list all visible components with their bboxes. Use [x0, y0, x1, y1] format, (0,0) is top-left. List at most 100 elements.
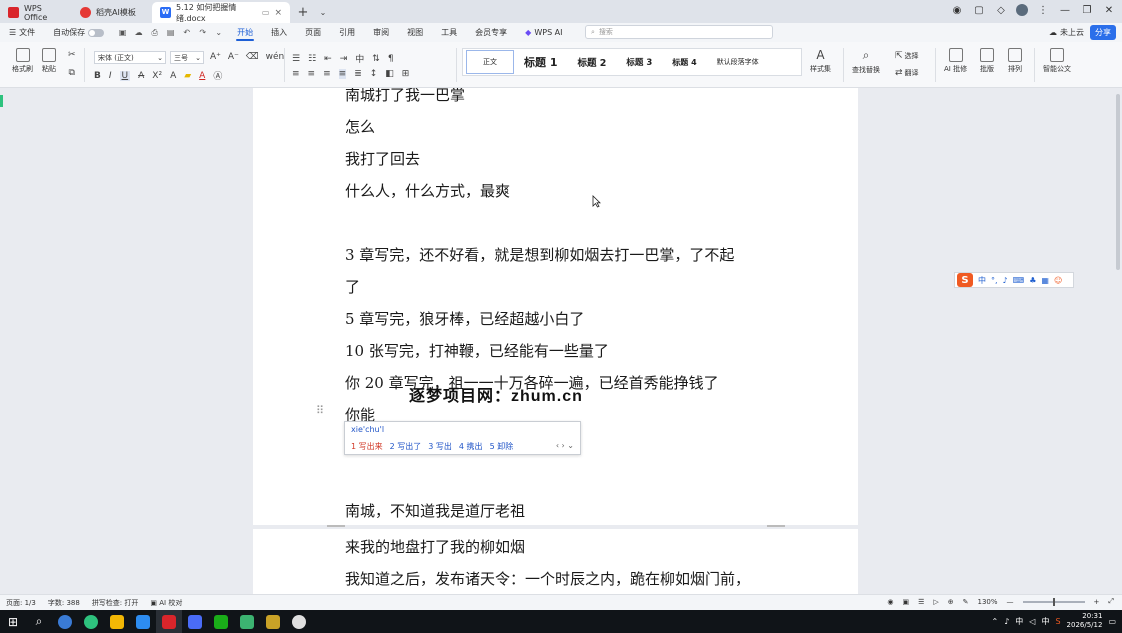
- write-mode-icon[interactable]: ✎: [963, 598, 969, 606]
- drag-handle-icon[interactable]: ⠿: [316, 404, 324, 417]
- menu-tab-view[interactable]: 视图: [398, 23, 432, 42]
- text-line[interactable]: 3 章写完，还不好看，就是想到柳如烟去打一巴掌，了不起: [345, 244, 734, 265]
- borders-icon[interactable]: ⊞: [402, 69, 410, 79]
- show-marks-icon[interactable]: ¶: [388, 54, 394, 64]
- ime-candidate[interactable]: 3 写出: [428, 441, 452, 452]
- undo-icon[interactable]: ↶: [181, 27, 192, 38]
- ai-revise-button[interactable]: AI 批修: [944, 48, 967, 74]
- font-color-icon[interactable]: A: [199, 71, 205, 81]
- reading-mode-icon[interactable]: ▷: [933, 598, 938, 606]
- style-heading-3[interactable]: 标题 3: [616, 50, 662, 74]
- window-icon[interactable]: ▭: [262, 8, 270, 17]
- taskbar-app[interactable]: [104, 610, 130, 633]
- menu-tab-references[interactable]: 引用: [330, 23, 364, 42]
- zoom-in-icon[interactable]: +: [1094, 598, 1100, 606]
- taskbar-app[interactable]: [208, 610, 234, 633]
- pinyin-guide-icon[interactable]: wén: [266, 52, 285, 62]
- file-menu[interactable]: ☰ 文件: [0, 23, 44, 42]
- italic-icon[interactable]: I: [109, 71, 112, 81]
- tray-expand-icon[interactable]: ⌃: [991, 617, 998, 626]
- paste-button[interactable]: 粘贴: [42, 48, 56, 74]
- skin-icon[interactable]: ◇: [994, 3, 1008, 17]
- menu-tab-member[interactable]: 会员专享: [466, 23, 516, 42]
- char-border-icon[interactable]: Ⓐ: [213, 69, 222, 82]
- clock[interactable]: 20:31 2026/5/12: [1067, 612, 1103, 630]
- tab-wps-office[interactable]: WPS Office: [0, 2, 72, 23]
- punctuation-icon[interactable]: °,: [991, 276, 998, 285]
- tab-document[interactable]: W 5.12 如何把握情绪.docx ▭ ×: [152, 2, 290, 23]
- tab-list-chevron-icon[interactable]: ⌄: [316, 2, 330, 23]
- new-tab-button[interactable]: +: [290, 2, 316, 23]
- text-line[interactable]: 来我的地盘打了我的柳如烟: [345, 536, 525, 557]
- ai-proofread-button[interactable]: ▣ AI 校对: [144, 598, 188, 608]
- taskbar-app[interactable]: [78, 610, 104, 633]
- taskbar-app[interactable]: [234, 610, 260, 633]
- line-spacing-icon[interactable]: ↕: [370, 69, 378, 79]
- cloud-icon[interactable]: ☁: [133, 27, 144, 38]
- taskbar-app[interactable]: [260, 610, 286, 633]
- text-line[interactable]: 我知道之后，发布诸天令：一个时辰之内，跪在柳如烟门前，: [345, 568, 750, 589]
- layout-icon[interactable]: ▢: [972, 3, 986, 17]
- smart-doc-button[interactable]: 智能公文: [1043, 48, 1071, 74]
- keyboard-icon[interactable]: ⌨: [1013, 276, 1025, 285]
- numbered-list-icon[interactable]: ☷: [308, 54, 316, 64]
- ime-candidate[interactable]: 1 写出来: [351, 441, 383, 452]
- web-view-icon[interactable]: ⊕: [948, 598, 954, 606]
- text-line[interactable]: 什么人，什么方式，最爽: [345, 180, 510, 201]
- save-icon[interactable]: ▣: [117, 27, 128, 38]
- text-line[interactable]: 5 章写完，狼牙棒，已经超越小白了: [345, 308, 584, 329]
- page-view-icon[interactable]: ▣: [902, 598, 909, 606]
- menu-tab-page[interactable]: 页面: [296, 23, 330, 42]
- taskbar-app[interactable]: [52, 610, 78, 633]
- bullet-list-icon[interactable]: ☰: [292, 54, 300, 64]
- shading-icon[interactable]: ◧: [385, 69, 394, 79]
- print-icon[interactable]: ⎙: [149, 27, 160, 38]
- text-line[interactable]: 我打了回去: [345, 148, 420, 169]
- find-replace-button[interactable]: ⌕ 查找替换: [852, 48, 880, 75]
- zoom-level[interactable]: 130%: [978, 598, 998, 606]
- translate-button[interactable]: ⇄ 翻译: [895, 68, 919, 78]
- menu-more-icon[interactable]: ⋮: [1036, 3, 1050, 17]
- style-normal[interactable]: 正文: [466, 50, 514, 74]
- style-set-button[interactable]: A 样式集: [810, 48, 831, 74]
- text-line[interactable]: 南城，不知道我是道厅老祖: [345, 500, 525, 521]
- redo-icon[interactable]: ↷: [197, 27, 208, 38]
- tab-docer-ai[interactable]: 稻壳AI模板: [72, 2, 152, 23]
- taskbar-search[interactable]: ⌕: [26, 610, 52, 633]
- chinese-layout-icon[interactable]: 中: [355, 52, 364, 65]
- outline-view-icon[interactable]: ☰: [918, 598, 924, 606]
- style-default-font[interactable]: 默认段落字体: [707, 50, 769, 74]
- cut-icon[interactable]: ✂: [68, 50, 76, 60]
- document-page-1[interactable]: 南城打了我一巴掌 怎么 我打了回去 什么人，什么方式，最爽 3 章写完，还不好看…: [253, 88, 858, 527]
- superscript-icon[interactable]: X²: [152, 71, 162, 81]
- ime-candidate[interactable]: 4 携出: [459, 441, 483, 452]
- page-count[interactable]: 页面: 1/3: [0, 598, 42, 608]
- font-size-select[interactable]: 三号 ⌄: [170, 51, 204, 64]
- decrease-indent-icon[interactable]: ⇤: [324, 54, 332, 64]
- collab-icon[interactable]: ◉: [950, 3, 964, 17]
- word-count[interactable]: 字数: 388: [42, 598, 86, 608]
- align-right-icon[interactable]: ≡: [323, 69, 331, 79]
- minimize-icon[interactable]: —: [1058, 3, 1072, 17]
- sogou-logo-icon[interactable]: S: [957, 273, 973, 287]
- eye-protection-icon[interactable]: ◉: [887, 598, 893, 606]
- grow-font-icon[interactable]: A⁺: [210, 52, 221, 62]
- cloud-status[interactable]: ☁ 未上云: [1049, 27, 1084, 38]
- clear-format-icon[interactable]: ⌫: [246, 52, 259, 62]
- bold-icon[interactable]: B: [94, 71, 101, 81]
- skin-shirt-icon[interactable]: ♣: [1029, 276, 1036, 285]
- ime-candidate[interactable]: 5 卸除: [490, 441, 514, 452]
- text-effect-icon[interactable]: A: [170, 71, 176, 81]
- share-button[interactable]: 分享: [1090, 25, 1116, 40]
- volume-icon[interactable]: ◁: [1029, 617, 1035, 626]
- taskbar-app[interactable]: [286, 610, 312, 633]
- sort-icon[interactable]: ⇅: [372, 54, 380, 64]
- notification-icon[interactable]: ▭: [1108, 617, 1116, 626]
- align-center-icon[interactable]: ≡: [308, 69, 316, 79]
- highlight-icon[interactable]: ▰: [184, 71, 191, 81]
- menu-tab-review[interactable]: 审阅: [364, 23, 398, 42]
- style-heading-2[interactable]: 标题 2: [567, 50, 616, 74]
- menu-tab-tools[interactable]: 工具: [432, 23, 466, 42]
- document-page-2[interactable]: 来我的地盘打了我的柳如烟 我知道之后，发布诸天令：一个时辰之内，跪在柳如烟门前，: [253, 525, 858, 594]
- close-tab-icon[interactable]: ×: [274, 8, 282, 18]
